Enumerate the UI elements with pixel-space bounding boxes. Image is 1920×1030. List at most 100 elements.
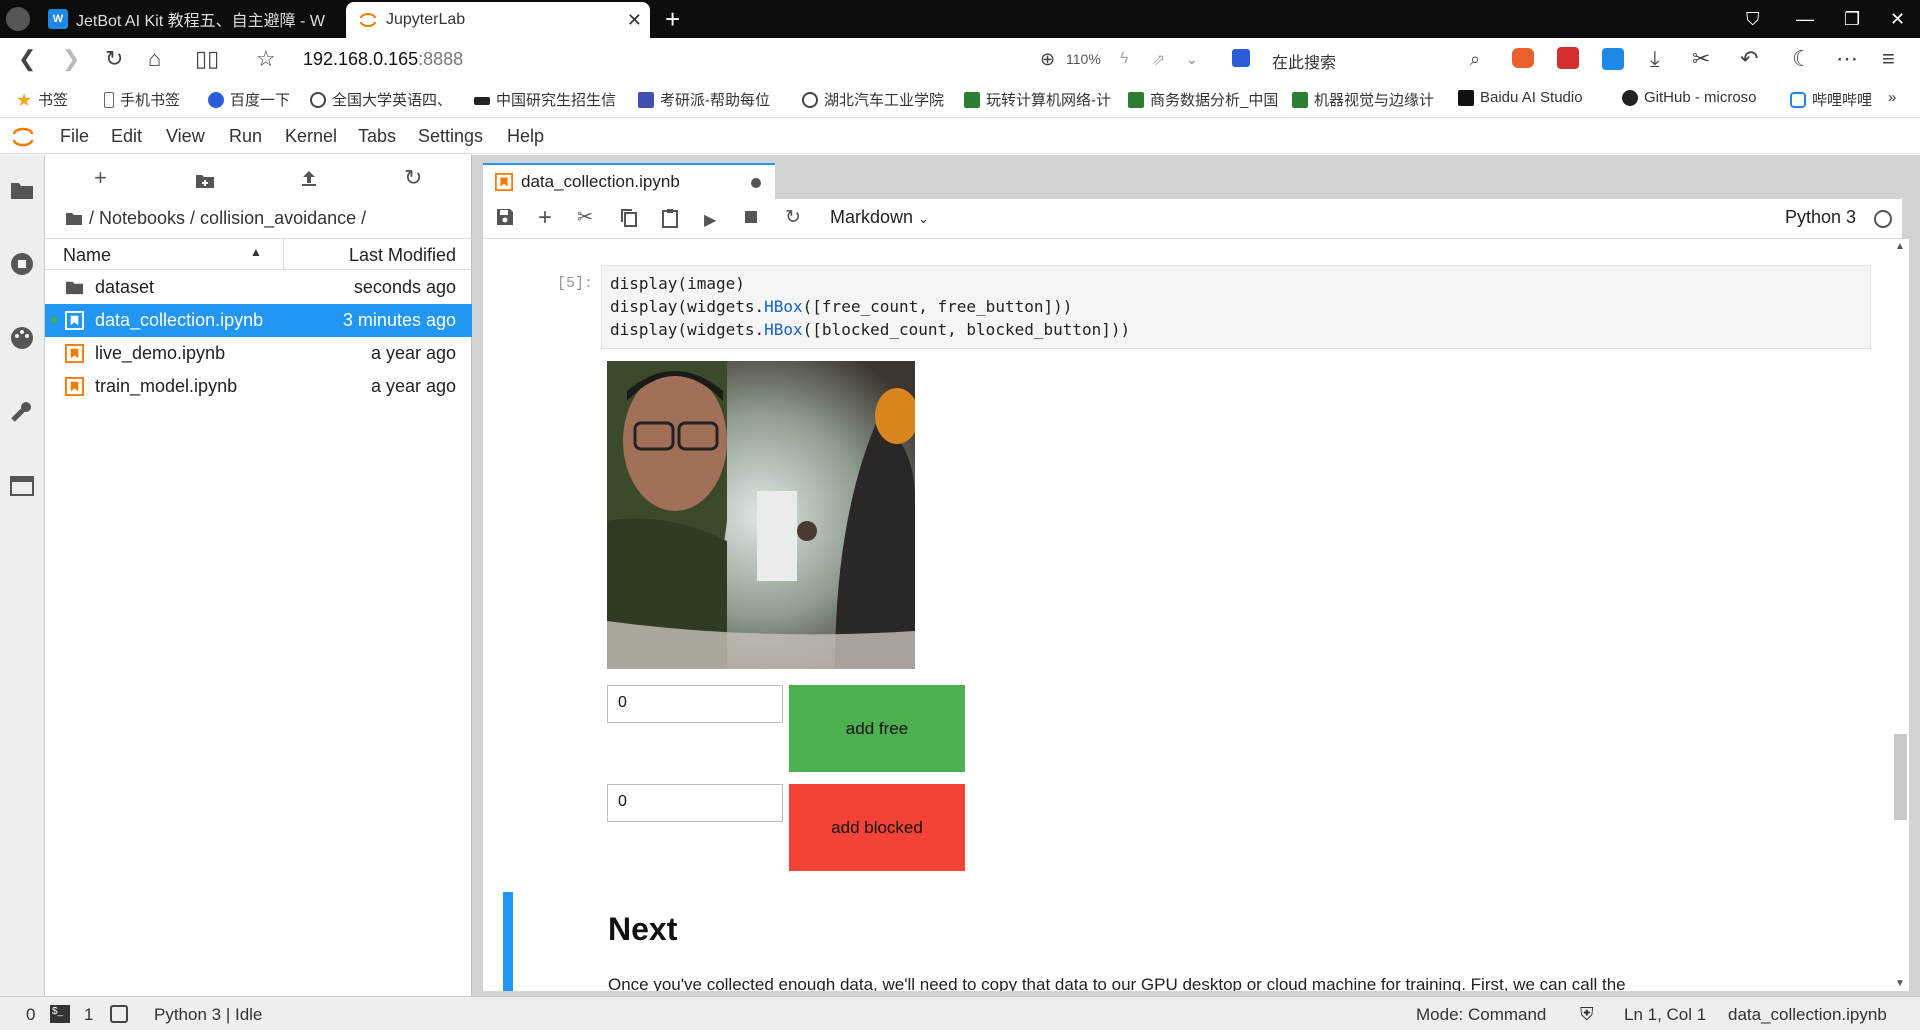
shield-icon[interactable]: ⛨ xyxy=(1580,1004,1594,1025)
save-icon[interactable] xyxy=(496,208,514,232)
search-icon[interactable]: ⌕ xyxy=(1470,49,1480,70)
bookmark-item[interactable]: 中国研究生招生信 xyxy=(474,89,616,110)
sort-ascending-icon[interactable]: ▲ xyxy=(250,245,262,259)
extension-red-icon[interactable] xyxy=(1557,47,1579,69)
url-field[interactable]: 192.168.0.165:8888 xyxy=(303,49,463,70)
scrollbar-thumb[interactable] xyxy=(1894,734,1907,820)
add-blocked-button[interactable]: add blocked xyxy=(789,784,965,871)
paste-cell-icon[interactable] xyxy=(661,208,679,234)
menu-kernel[interactable]: Kernel xyxy=(285,126,337,147)
bookmark-item[interactable]: Baidu AI Studio xyxy=(1458,89,1583,106)
free-count-field[interactable]: 0 xyxy=(607,685,783,723)
restore-icon[interactable]: ❐ xyxy=(1844,9,1860,30)
menu-settings[interactable]: Settings xyxy=(418,126,483,147)
file-row-dataset[interactable]: dataset seconds ago xyxy=(45,271,472,304)
blocked-count-field[interactable]: 0 xyxy=(607,784,783,822)
bookmark-item[interactable]: 湖北汽车工业学院 xyxy=(802,89,944,110)
zoom-level[interactable]: 110% xyxy=(1066,51,1101,67)
run-cell-icon[interactable]: ▶ xyxy=(704,210,716,230)
column-header-name[interactable]: Name xyxy=(63,245,111,266)
menu-edit[interactable]: Edit xyxy=(111,126,142,147)
kernel-chip-icon[interactable] xyxy=(110,1005,128,1023)
notebook-content[interactable]: [5]: display(image) display(widgets.HBox(… xyxy=(483,239,1902,991)
tabs-icon[interactable] xyxy=(9,473,35,499)
browser-menu-icon[interactable] xyxy=(6,7,30,31)
file-row-train-model[interactable]: train_model.ipynb a year ago xyxy=(45,370,472,403)
bookmark-item[interactable]: GitHub - microso xyxy=(1622,89,1757,106)
refresh-icon[interactable]: ↻ xyxy=(404,165,422,191)
share-icon[interactable]: ⇗ xyxy=(1152,50,1165,70)
minimize-icon[interactable]: — xyxy=(1796,9,1814,30)
scroll-down-icon[interactable]: ▼ xyxy=(1895,978,1905,989)
wrench-icon[interactable] xyxy=(9,399,35,425)
browser-tab-jetbot[interactable]: W JetBot AI Kit 教程五、自主避障 - W xyxy=(36,0,326,38)
bookmark-item[interactable]: 玩转计算机网络-计 xyxy=(964,89,1111,110)
forward-icon[interactable]: ❯ xyxy=(62,46,80,72)
search-engine-icon[interactable] xyxy=(1232,49,1250,67)
copy-cell-icon[interactable] xyxy=(620,208,638,234)
more-icon[interactable]: ⋯ xyxy=(1836,46,1858,72)
code-cell-editor[interactable]: display(image) display(widgets.HBox([free… xyxy=(601,265,1871,349)
menu-file[interactable]: File xyxy=(60,126,89,147)
skin-icon[interactable]: ⛉ xyxy=(1746,9,1760,30)
search-input[interactable]: 在此搜索 xyxy=(1272,49,1336,73)
notebook-tab[interactable]: data_collection.ipynb xyxy=(483,163,775,199)
bookmark-item[interactable]: 手机书签 xyxy=(104,89,180,110)
cut-cell-icon[interactable]: ✂ xyxy=(577,206,593,229)
reader-icon[interactable]: ▯▯ xyxy=(195,46,219,72)
bookmark-item[interactable]: 全国大学英语四、 xyxy=(310,89,452,110)
bookmark-item[interactable]: 商务数据分析_中国 xyxy=(1128,89,1278,110)
menu-run[interactable]: Run xyxy=(229,126,262,147)
close-window-icon[interactable]: ✕ xyxy=(1890,9,1905,30)
notebook-scrollbar[interactable]: ▲ ▼ xyxy=(1891,239,1909,991)
add-free-button[interactable]: add free xyxy=(789,685,965,772)
kernel-name[interactable]: Python 3 xyxy=(1785,207,1856,228)
kernel-status-text[interactable]: Python 3 | Idle xyxy=(154,1005,262,1025)
running-sessions-icon[interactable] xyxy=(9,251,35,277)
unsaved-dot-icon[interactable] xyxy=(751,178,761,188)
undo-icon[interactable]: ↶ xyxy=(1740,46,1758,72)
close-tab-icon[interactable]: ✕ xyxy=(627,10,642,31)
more-bookmarks-icon[interactable]: » xyxy=(1888,89,1896,106)
bookmark-item[interactable]: 机器视觉与边缘计 xyxy=(1292,89,1434,110)
scroll-up-icon[interactable]: ▲ xyxy=(1895,241,1905,252)
chevron-down-icon[interactable]: ⌄ xyxy=(1186,51,1198,68)
bookmark-item[interactable]: ★ 书签 xyxy=(16,89,68,110)
terminal-icon[interactable]: $_ xyxy=(50,1005,70,1023)
upload-icon[interactable] xyxy=(300,167,318,193)
download-icon[interactable]: ⤓ xyxy=(1650,46,1660,72)
cut-icon[interactable]: ✂ xyxy=(1692,46,1710,72)
column-header-last-modified[interactable]: Last Modified xyxy=(349,245,456,266)
new-tab-button[interactable]: + xyxy=(665,4,680,35)
home-icon[interactable]: ⌂ xyxy=(148,46,161,72)
menu-help[interactable]: Help xyxy=(507,126,544,147)
night-mode-icon[interactable]: ☾ xyxy=(1792,46,1812,72)
insert-cell-button[interactable]: + xyxy=(538,204,552,232)
file-row-live-demo[interactable]: live_demo.ipynb a year ago xyxy=(45,337,472,370)
cursor-position[interactable]: Ln 1, Col 1 xyxy=(1624,1005,1706,1025)
folder-icon[interactable] xyxy=(9,177,35,203)
menu-tabs[interactable]: Tabs xyxy=(358,126,396,147)
hamburger-menu-icon[interactable]: ≡ xyxy=(1882,46,1895,72)
reload-icon[interactable]: ↻ xyxy=(105,46,123,72)
bookmark-item[interactable]: 百度一下 xyxy=(208,89,290,110)
terminal-count[interactable]: 0 xyxy=(26,1005,35,1025)
game-icon[interactable] xyxy=(1512,48,1534,68)
interrupt-kernel-icon[interactable] xyxy=(745,211,757,223)
flash-icon[interactable]: ϟ xyxy=(1120,50,1128,68)
palette-icon[interactable] xyxy=(9,325,35,351)
kernel-count[interactable]: 1 xyxy=(84,1005,93,1025)
back-icon[interactable]: ❮ xyxy=(18,46,36,72)
restart-kernel-icon[interactable]: ↻ xyxy=(785,206,801,229)
bookmark-item[interactable]: 哔哩哔哩 xyxy=(1790,89,1872,110)
bookmark-star-icon[interactable]: ☆ xyxy=(256,46,276,72)
menu-view[interactable]: View xyxy=(166,126,205,147)
breadcrumb[interactable]: / Notebooks / collision_avoidance / xyxy=(65,208,366,229)
bookmark-item[interactable]: 考研派-帮助每位 xyxy=(638,89,770,110)
cell-type-dropdown[interactable]: Markdown ⌄ xyxy=(830,207,929,228)
translate-icon[interactable] xyxy=(1602,48,1624,70)
file-row-data-collection[interactable]: data_collection.ipynb 3 minutes ago xyxy=(45,304,472,337)
new-folder-icon[interactable] xyxy=(195,169,215,195)
browser-tab-jupyterlab[interactable]: JupyterLab ✕ xyxy=(346,2,650,38)
zoom-icon[interactable]: ⊕ xyxy=(1040,49,1055,70)
